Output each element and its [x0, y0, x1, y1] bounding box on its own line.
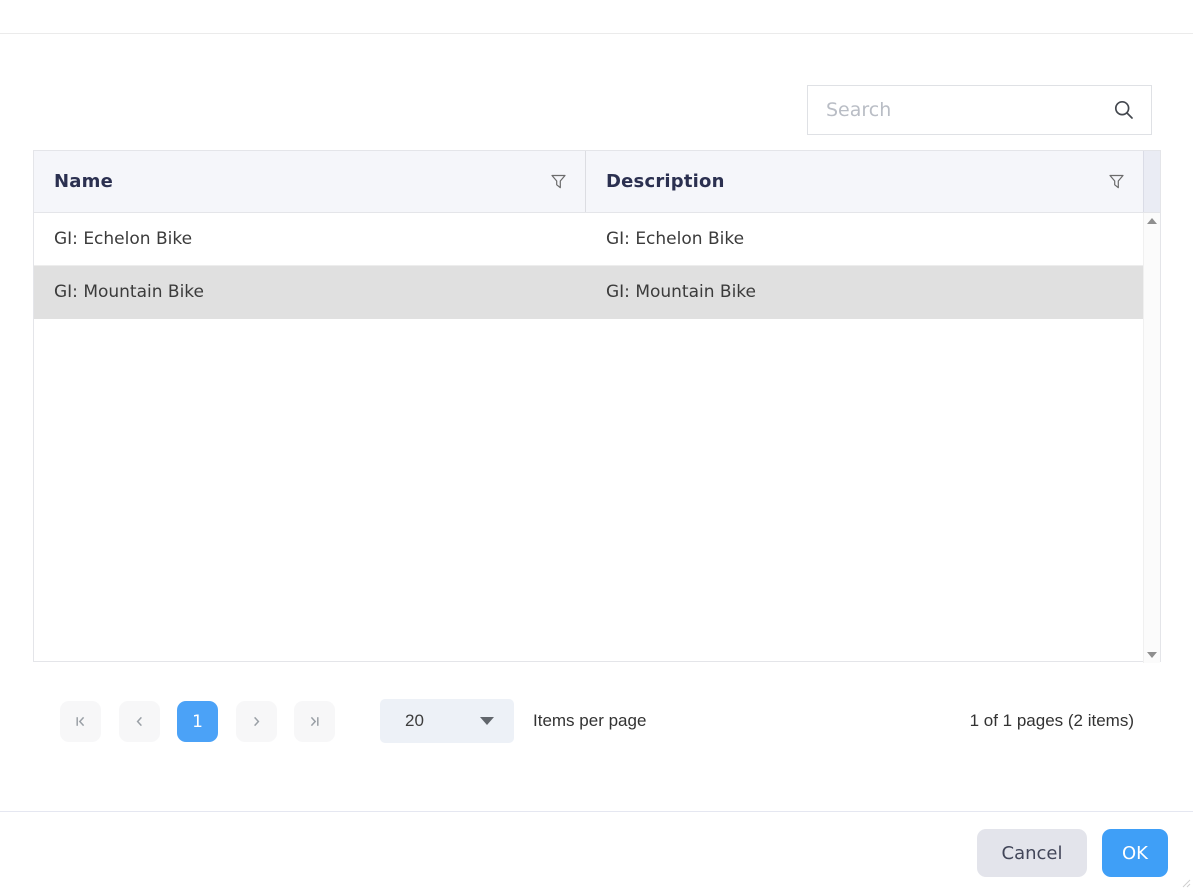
page-size-value: 20	[405, 711, 424, 730]
first-page-icon	[76, 716, 85, 727]
vertical-scrollbar[interactable]	[1143, 213, 1160, 663]
cell-name: GI: Echelon Bike	[54, 229, 193, 249]
last-page-button[interactable]	[294, 701, 335, 742]
filter-icon[interactable]	[550, 174, 567, 190]
grid-body: GI: Echelon Bike GI: Echelon Bike GI: Mo…	[34, 213, 1160, 663]
footer-divider	[0, 811, 1193, 812]
cell-description: GI: Mountain Bike	[606, 282, 757, 302]
filter-icon[interactable]	[1108, 174, 1125, 190]
first-page-button[interactable]	[60, 701, 101, 742]
chevron-right-icon	[254, 716, 260, 727]
search-box[interactable]	[807, 85, 1152, 135]
ok-button[interactable]: OK	[1102, 829, 1168, 877]
chevron-down-icon	[480, 717, 494, 725]
column-header-name[interactable]: Name	[34, 151, 586, 212]
last-page-icon	[310, 716, 319, 727]
header-scrollbar-spacer	[1143, 151, 1160, 212]
scroll-down-icon[interactable]	[1147, 652, 1157, 658]
grid-header: Name Description	[34, 151, 1160, 213]
scroll-up-icon[interactable]	[1147, 218, 1157, 224]
next-page-button[interactable]	[236, 701, 277, 742]
table-row[interactable]: GI: Echelon Bike GI: Echelon Bike	[34, 213, 1143, 266]
resize-grip-icon[interactable]	[1181, 873, 1191, 892]
column-label: Name	[54, 171, 113, 192]
search-input[interactable]	[826, 99, 1113, 121]
page-size-dropdown[interactable]: 20	[380, 699, 514, 743]
items-per-page-label: Items per page	[533, 711, 647, 730]
chevron-left-icon	[136, 716, 142, 727]
table-row-selected[interactable]: GI: Mountain Bike GI: Mountain Bike	[34, 266, 1143, 319]
pager-info: 1 of 1 pages (2 items)	[969, 711, 1134, 730]
cancel-button[interactable]: Cancel	[977, 829, 1087, 877]
dialog-titlebar-divider	[0, 33, 1193, 34]
pager: 1 20 Items per page 1 of 1 pages (2 item…	[0, 690, 1193, 752]
page-1-button[interactable]: 1	[177, 701, 218, 742]
items-grid: Name Description GI: Echelon Bike GI: Ec…	[33, 150, 1161, 663]
column-header-description[interactable]: Description	[586, 151, 1143, 212]
column-label: Description	[606, 171, 725, 192]
previous-page-button[interactable]	[119, 701, 160, 742]
cell-name: GI: Mountain Bike	[54, 282, 205, 302]
cell-description: GI: Echelon Bike	[606, 229, 745, 249]
search-icon[interactable]	[1113, 99, 1135, 121]
